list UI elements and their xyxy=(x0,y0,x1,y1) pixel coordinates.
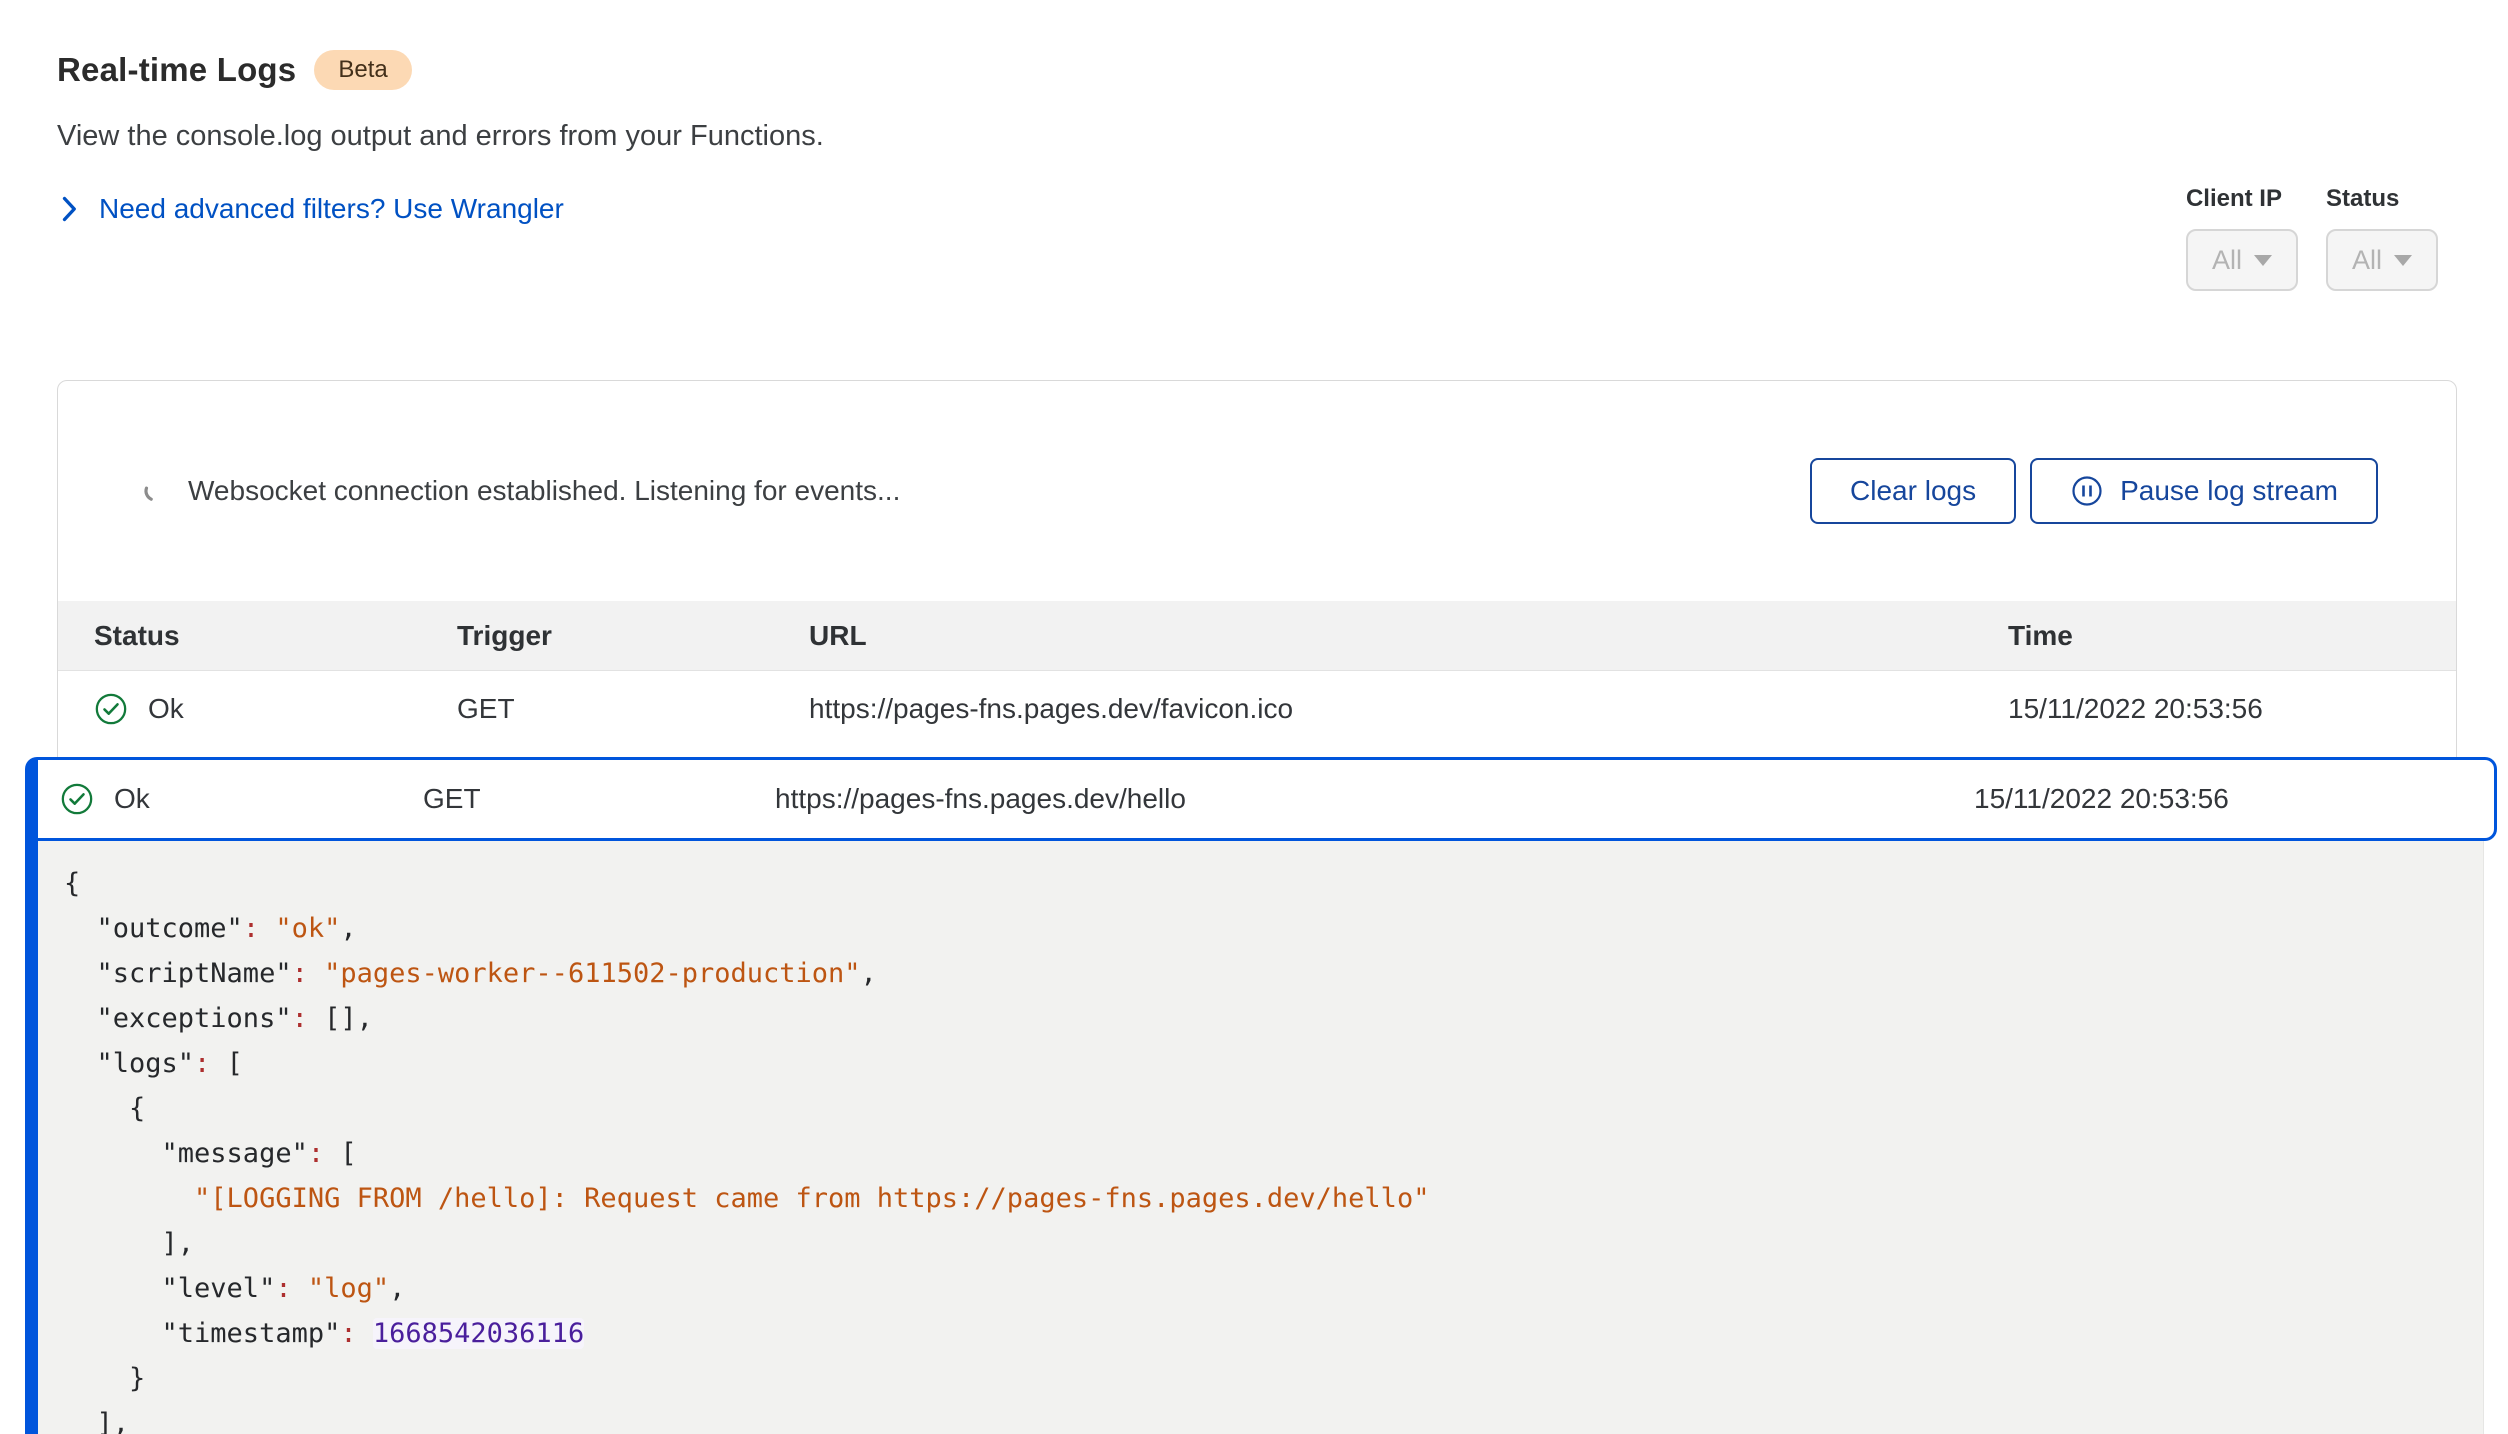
code-token: [], xyxy=(308,1003,373,1034)
log-detail-code: { "outcome": "ok", "scriptName": "pages-… xyxy=(38,841,2484,1434)
filter-client-ip: Client IP All xyxy=(2186,185,2298,291)
caret-down-icon xyxy=(2254,255,2272,266)
websocket-status: Websocket connection established. Listen… xyxy=(142,475,900,507)
code-token: : xyxy=(292,958,308,989)
code-token: [ xyxy=(324,1138,357,1169)
beta-badge: Beta xyxy=(314,50,411,90)
code-token: "timestamp" xyxy=(64,1318,340,1349)
code-token xyxy=(292,1273,308,1304)
status-dropdown[interactable]: All xyxy=(2326,229,2438,291)
row-trigger: GET xyxy=(423,783,775,815)
page-header: Real-time Logs Beta View the console.log… xyxy=(57,50,824,225)
code-line: { xyxy=(64,861,2483,906)
code-line: "message": [ xyxy=(64,1131,2483,1176)
status-label: Status xyxy=(2326,185,2438,213)
client-ip-label: Client IP xyxy=(2186,185,2298,213)
column-url: URL xyxy=(809,620,2008,652)
code-token: } xyxy=(64,1363,145,1394)
code-token: 1668542036116 xyxy=(373,1318,584,1349)
code-line: "timestamp": 1668542036116 xyxy=(64,1311,2483,1356)
log-table-header: Status Trigger URL Time xyxy=(58,601,2456,671)
row-status: Ok xyxy=(148,693,184,725)
chevron-right-icon xyxy=(57,194,81,224)
client-ip-dropdown[interactable]: All xyxy=(2186,229,2298,291)
code-token: "log" xyxy=(308,1273,389,1304)
code-token xyxy=(259,913,275,944)
code-line: ], xyxy=(64,1221,2483,1266)
logs-toolbar: Websocket connection established. Listen… xyxy=(58,381,2456,601)
ok-check-icon xyxy=(94,692,128,726)
caret-down-icon xyxy=(2394,255,2412,266)
code-token: : xyxy=(243,913,259,944)
pause-icon xyxy=(2070,474,2104,508)
code-line: "exceptions": [], xyxy=(64,996,2483,1041)
code-line: "outcome": "ok", xyxy=(64,906,2483,951)
code-token: "exceptions" xyxy=(64,1003,292,1034)
column-time: Time xyxy=(2008,620,2456,652)
code-token: "level" xyxy=(64,1273,275,1304)
code-token xyxy=(308,958,324,989)
ok-check-icon xyxy=(60,782,94,816)
code-token: : xyxy=(194,1048,210,1079)
code-token: "outcome" xyxy=(64,913,243,944)
code-token: ], xyxy=(64,1408,129,1434)
filter-status: Status All xyxy=(2326,185,2438,291)
status-value: All xyxy=(2352,245,2382,276)
code-token: , xyxy=(861,958,877,989)
code-token: : xyxy=(340,1318,356,1349)
code-token: { xyxy=(64,868,80,899)
pause-log-stream-label: Pause log stream xyxy=(2120,475,2338,507)
spinner-icon xyxy=(142,478,168,504)
row-time: 15/11/2022 20:53:56 xyxy=(2008,693,2456,725)
code-line: { xyxy=(64,1086,2483,1131)
code-token: : xyxy=(292,1003,308,1034)
row-url: https://pages-fns.pages.dev/hello xyxy=(775,783,1974,815)
code-token: "message" xyxy=(64,1138,308,1169)
wrangler-link-label: Need advanced filters? Use Wrangler xyxy=(99,193,564,225)
client-ip-value: All xyxy=(2212,245,2242,276)
page-title: Real-time Logs xyxy=(57,51,296,89)
table-row[interactable]: Ok GET https://pages-fns.pages.dev/favic… xyxy=(58,671,2456,747)
code-token: "[LOGGING FROM /hello]: Request came fro… xyxy=(64,1183,1429,1214)
code-token: : xyxy=(308,1138,324,1169)
clear-logs-label: Clear logs xyxy=(1850,475,1976,507)
code-line: "level": "log", xyxy=(64,1266,2483,1311)
row-time: 15/11/2022 20:53:56 xyxy=(1974,783,2494,815)
code-line: "scriptName": "pages-worker--611502-prod… xyxy=(64,951,2483,996)
row-trigger: GET xyxy=(457,693,809,725)
code-token: , xyxy=(389,1273,405,1304)
code-token: "ok" xyxy=(275,913,340,944)
row-url: https://pages-fns.pages.dev/favicon.ico xyxy=(809,693,2008,725)
filters: Client IP All Status All xyxy=(2186,185,2438,291)
code-token: : xyxy=(275,1273,291,1304)
page-subtitle: View the console.log output and errors f… xyxy=(57,120,824,153)
code-line: "[LOGGING FROM /hello]: Request came fro… xyxy=(64,1176,2483,1221)
wrangler-filters-link[interactable]: Need advanced filters? Use Wrangler xyxy=(57,193,564,225)
code-token: "pages-worker--611502-production" xyxy=(324,958,860,989)
code-line: } xyxy=(64,1356,2483,1401)
column-trigger: Trigger xyxy=(457,620,809,652)
row-status: Ok xyxy=(114,783,150,815)
code-token: , xyxy=(340,913,356,944)
code-token xyxy=(357,1318,373,1349)
code-line: "logs": [ xyxy=(64,1041,2483,1086)
pause-log-stream-button[interactable]: Pause log stream xyxy=(2030,458,2378,524)
code-token: "scriptName" xyxy=(64,958,292,989)
code-line: ], xyxy=(64,1401,2483,1434)
code-token: ], xyxy=(64,1228,194,1259)
code-token: { xyxy=(64,1093,145,1124)
column-status: Status xyxy=(94,620,457,652)
code-token: [ xyxy=(210,1048,243,1079)
realtime-logs-page: Real-time Logs Beta View the console.log… xyxy=(0,0,2508,1434)
websocket-status-text: Websocket connection established. Listen… xyxy=(188,475,900,507)
table-row-expanded[interactable]: Ok GET https://pages-fns.pages.dev/hello… xyxy=(38,757,2497,841)
clear-logs-button[interactable]: Clear logs xyxy=(1810,458,2016,524)
expanded-log-panel: Ok GET https://pages-fns.pages.dev/hello… xyxy=(25,757,2497,1434)
code-token: "logs" xyxy=(64,1048,194,1079)
